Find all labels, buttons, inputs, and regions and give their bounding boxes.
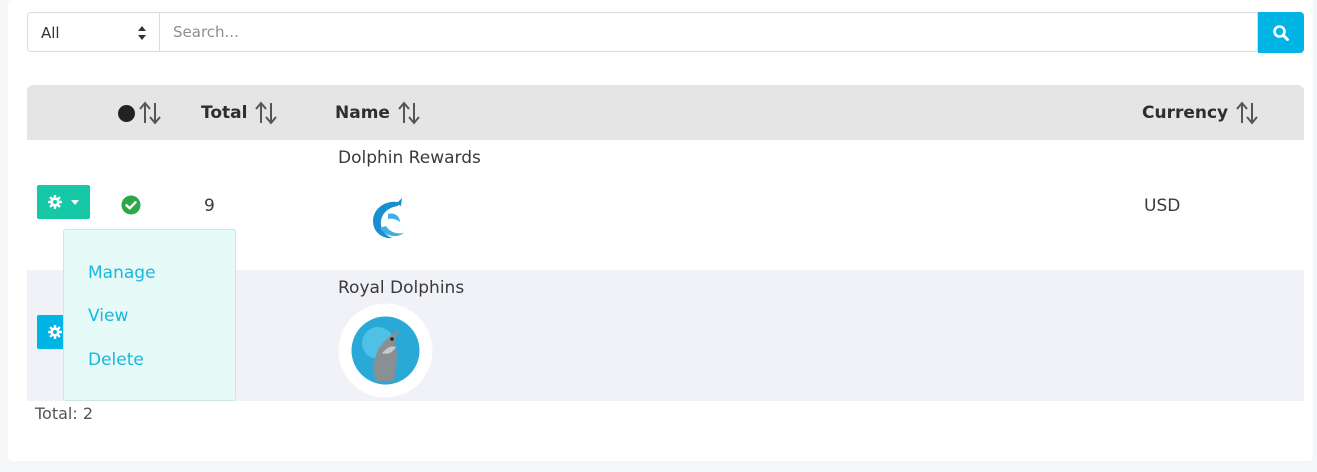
filter-select[interactable]: All — [27, 12, 160, 52]
row-actions-button[interactable] — [37, 185, 90, 219]
table-header: Total Name Currency — [27, 85, 1304, 140]
total-cell: 9 — [204, 196, 215, 216]
name-column-header[interactable]: Name — [335, 100, 422, 126]
menu-item-delete[interactable]: Delete — [88, 350, 144, 370]
gear-icon — [48, 195, 62, 209]
gear-icon — [48, 325, 62, 339]
row-actions-dropdown: Manage View Delete — [63, 229, 236, 401]
name-cell: Royal Dolphins — [338, 278, 465, 298]
name-header-label: Name — [335, 103, 390, 123]
name-cell: Dolphin Rewards — [338, 148, 481, 168]
status-dot-icon — [118, 104, 135, 122]
sort-icon — [1236, 101, 1258, 125]
dolphin-logo-icon — [358, 192, 414, 248]
search-input[interactable] — [160, 12, 1258, 52]
currency-cell: USD — [1144, 196, 1181, 216]
select-arrows-icon — [138, 26, 146, 40]
menu-item-view[interactable]: View — [88, 306, 128, 326]
dolphin-avatar-icon — [338, 303, 433, 398]
total-column-header[interactable]: Total — [201, 100, 279, 126]
total-count: Total: 2 — [35, 404, 94, 423]
status-column-header[interactable] — [118, 100, 163, 126]
check-circle-icon — [121, 195, 141, 215]
sort-icon — [398, 101, 420, 125]
currency-column-header[interactable]: Currency — [1142, 100, 1260, 126]
total-header-label: Total — [201, 103, 248, 123]
sort-icon — [255, 101, 278, 125]
menu-item-manage[interactable]: Manage — [88, 263, 156, 283]
filter-select-value: All — [41, 24, 60, 42]
currency-header-label: Currency — [1142, 103, 1229, 123]
search-icon — [1273, 25, 1289, 41]
caret-down-icon — [71, 200, 79, 205]
sort-icon — [139, 101, 161, 125]
search-button[interactable] — [1258, 12, 1304, 53]
